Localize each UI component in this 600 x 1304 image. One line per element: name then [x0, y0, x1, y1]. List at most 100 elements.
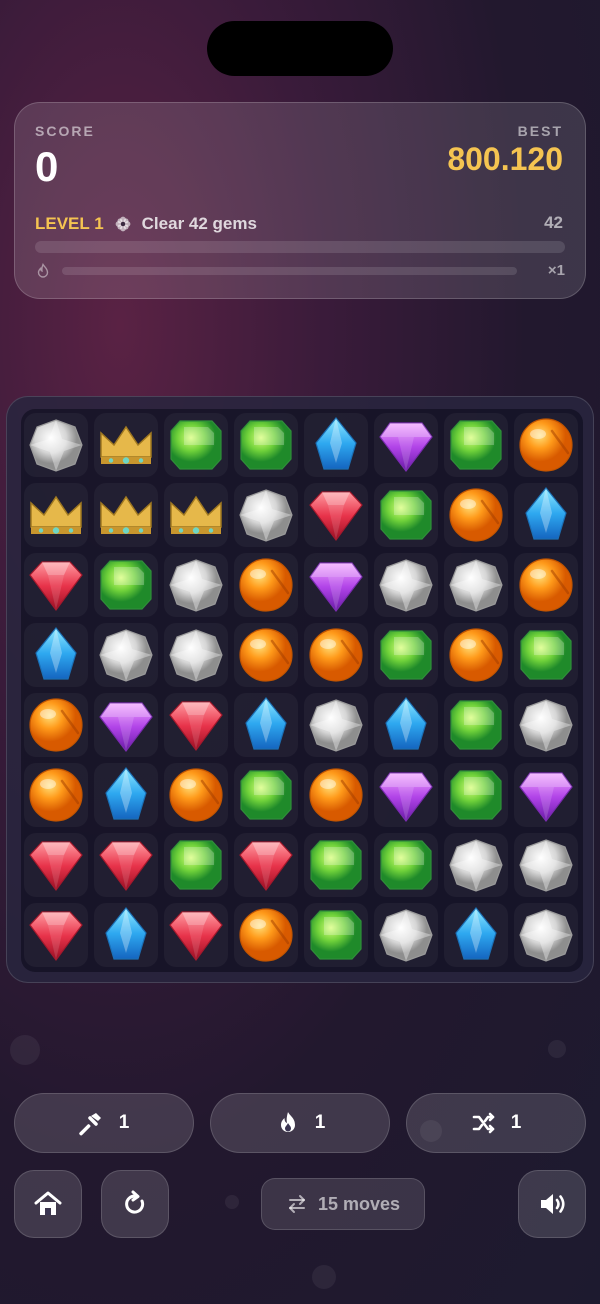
board-cell[interactable]: [374, 623, 438, 687]
board-cell[interactable]: [234, 763, 298, 827]
diamond-gem-icon: [379, 559, 433, 612]
board-cell[interactable]: [374, 693, 438, 757]
green-gem-icon: [240, 420, 292, 470]
purple-gem-icon: [519, 772, 573, 822]
board-cell[interactable]: [94, 763, 158, 827]
score-value: 0: [35, 143, 59, 190]
sound-button[interactable]: [518, 1170, 586, 1238]
board-cell[interactable]: [24, 413, 88, 477]
blue-gem-icon: [105, 907, 147, 960]
board-cell[interactable]: [514, 413, 578, 477]
combo-progress-bar: [62, 267, 517, 275]
board-cell[interactable]: [164, 763, 228, 827]
board-cell[interactable]: [24, 483, 88, 547]
board-cell[interactable]: [24, 693, 88, 757]
board-cell[interactable]: [94, 413, 158, 477]
board-cell[interactable]: [304, 623, 368, 687]
board-cell[interactable]: [24, 763, 88, 827]
board-cell[interactable]: [444, 623, 508, 687]
restart-icon: [125, 1190, 145, 1214]
board-cell[interactable]: [374, 413, 438, 477]
diamond-gem-icon: [239, 489, 293, 542]
board-cell[interactable]: [514, 903, 578, 967]
board-cell[interactable]: [304, 483, 368, 547]
restart-button[interactable]: [101, 1170, 169, 1238]
board-cell[interactable]: [514, 763, 578, 827]
board-cell[interactable]: [304, 693, 368, 757]
board-cell[interactable]: [24, 553, 88, 617]
orange-gem-icon: [239, 558, 293, 612]
board-cell[interactable]: [94, 553, 158, 617]
board-cell[interactable]: [444, 833, 508, 897]
shuffle-booster-button[interactable]: 1: [406, 1093, 586, 1153]
board-cell[interactable]: [24, 623, 88, 687]
diamond-gem-icon: [169, 629, 223, 682]
board-cell[interactable]: [514, 483, 578, 547]
board-cell[interactable]: [514, 833, 578, 897]
best-label: BEST: [517, 123, 563, 139]
board-cell[interactable]: [374, 483, 438, 547]
board-cell[interactable]: [514, 553, 578, 617]
board-cell[interactable]: [304, 903, 368, 967]
blue-gem-icon: [245, 697, 287, 750]
moves-counter: 15 moves: [261, 1178, 425, 1230]
board-cell[interactable]: [374, 833, 438, 897]
board-cell[interactable]: [234, 553, 298, 617]
board-cell[interactable]: [234, 693, 298, 757]
home-button[interactable]: [14, 1170, 82, 1238]
blue-gem-icon: [525, 487, 567, 540]
board-cell[interactable]: [164, 833, 228, 897]
board-cell[interactable]: [444, 553, 508, 617]
board-cell[interactable]: [374, 763, 438, 827]
board-cell[interactable]: [94, 693, 158, 757]
purple-gem-icon: [309, 562, 363, 612]
board-cell[interactable]: [234, 833, 298, 897]
board-cell[interactable]: [94, 903, 158, 967]
crown-icon: [170, 495, 222, 534]
board-cell[interactable]: [164, 903, 228, 967]
board-cell[interactable]: [444, 763, 508, 827]
diamond-gem-icon: [449, 559, 503, 612]
board-cell[interactable]: [304, 413, 368, 477]
board-cell[interactable]: [94, 483, 158, 547]
blue-gem-icon: [35, 627, 77, 680]
board-cell[interactable]: [234, 413, 298, 477]
board-cell[interactable]: [374, 903, 438, 967]
board-cell[interactable]: [444, 903, 508, 967]
board-cell[interactable]: [304, 763, 368, 827]
board-cell[interactable]: [234, 483, 298, 547]
board-cell[interactable]: [164, 483, 228, 547]
board-cell[interactable]: [304, 833, 368, 897]
game-board: [6, 396, 594, 983]
level-progress-bar: [35, 241, 565, 253]
board-cell[interactable]: [164, 553, 228, 617]
board-cell[interactable]: [234, 903, 298, 967]
purple-gem-icon: [379, 422, 433, 472]
board-cell[interactable]: [514, 693, 578, 757]
bomb-booster-button[interactable]: 1: [210, 1093, 390, 1153]
board-cell[interactable]: [234, 623, 298, 687]
board-cell[interactable]: [164, 693, 228, 757]
board-cell[interactable]: [94, 833, 158, 897]
board-cell[interactable]: [444, 483, 508, 547]
diamond-gem-icon: [379, 909, 433, 962]
moves-label: 15 moves: [317, 1193, 401, 1214]
board-cell[interactable]: [164, 413, 228, 477]
board-cell[interactable]: [444, 693, 508, 757]
board-cell[interactable]: [94, 623, 158, 687]
hammer-booster-button[interactable]: 1: [14, 1093, 194, 1153]
board-cell[interactable]: [514, 623, 578, 687]
board-cell[interactable]: [164, 623, 228, 687]
board-cell[interactable]: [24, 833, 88, 897]
green-gem-icon: [240, 770, 292, 820]
goal-count: 42: [544, 213, 563, 232]
orange-gem-icon: [239, 628, 293, 682]
crown-icon: [100, 495, 152, 534]
crown-icon: [100, 425, 152, 464]
board-cell[interactable]: [24, 903, 88, 967]
board-cell[interactable]: [374, 553, 438, 617]
speaker-icon: [541, 1194, 565, 1214]
flame-icon: [280, 1112, 295, 1132]
board-cell[interactable]: [444, 413, 508, 477]
board-cell[interactable]: [304, 553, 368, 617]
